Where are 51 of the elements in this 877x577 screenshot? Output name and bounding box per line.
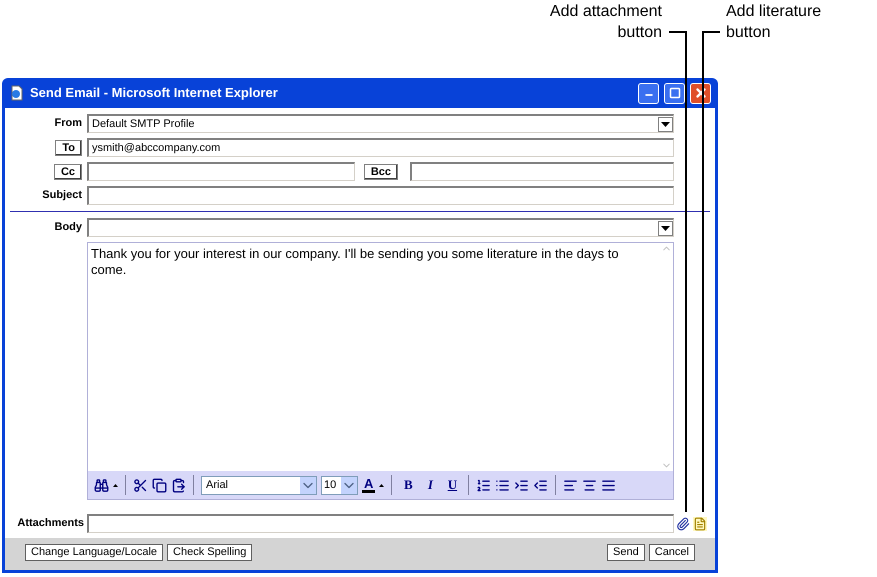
bulleted-list-icon[interactable] [495, 478, 510, 492]
bold-button[interactable]: B [399, 475, 418, 495]
from-label: From [54, 116, 82, 132]
page-icon [9, 85, 25, 101]
justify-icon[interactable] [601, 478, 616, 492]
italic-button[interactable]: I [421, 475, 440, 495]
numbered-list-icon[interactable] [476, 478, 492, 492]
align-center-icon[interactable] [582, 478, 598, 492]
close-icon [694, 86, 708, 100]
outdent-icon[interactable] [533, 478, 548, 492]
footer-button[interactable]: Check Spelling [167, 544, 252, 561]
body-text: Thank you for your interest in our company. I'll be sending you some literature in the days to come. [90, 245, 620, 279]
dropdown-arrow-icon [661, 122, 670, 126]
paperclip-icon[interactable] [676, 516, 690, 530]
to-button[interactable]: To [55, 140, 82, 156]
font-select[interactable]: Arial [201, 476, 317, 494]
font-size-select[interactable]: 10 [321, 476, 358, 494]
callout-label: Add literature button [726, 2, 822, 43]
document-icon[interactable] [693, 516, 707, 530]
window-title: Send Email - Microsoft Internet Explorer [30, 84, 279, 102]
paste-icon[interactable] [171, 478, 186, 492]
attachments-field[interactable] [87, 514, 674, 533]
maximize-icon [668, 87, 680, 99]
caret-icon[interactable] [379, 484, 384, 486]
body-label: Body [54, 220, 82, 236]
bcc-field[interactable] [410, 162, 674, 181]
align-left-icon[interactable] [563, 478, 578, 492]
subject-label: Subject [42, 188, 82, 204]
caret-icon[interactable] [113, 484, 118, 486]
subject-field[interactable] [87, 186, 674, 205]
indent-icon[interactable] [514, 478, 530, 492]
from-select[interactable]: Default SMTP Profile [87, 114, 674, 133]
attachments-label: Attachments [17, 516, 84, 532]
find-icon[interactable] [94, 478, 109, 492]
minimize-button[interactable] [638, 82, 659, 104]
footer-button[interactable]: Change Language/Locale [25, 544, 164, 561]
cc-field[interactable] [87, 162, 355, 181]
footer-button[interactable]: Cancel [648, 544, 695, 561]
underline-button[interactable]: U [443, 475, 462, 495]
maximize-button[interactable] [664, 82, 685, 104]
bcc-button[interactable]: Bcc [364, 164, 398, 180]
dropdown-arrow-icon [661, 226, 670, 230]
close-button[interactable] [690, 82, 711, 104]
copy-icon[interactable] [152, 478, 167, 492]
body-format-select[interactable] [87, 218, 674, 237]
footer-button[interactable]: Send [607, 544, 645, 561]
cut-icon[interactable] [133, 478, 148, 492]
font-color-button[interactable]: A [362, 477, 376, 493]
cc-button[interactable]: Cc [54, 164, 82, 180]
callout-label: Add attachment button [548, 2, 662, 43]
to-field[interactable]: ysmith@abccompany.com [87, 138, 674, 157]
